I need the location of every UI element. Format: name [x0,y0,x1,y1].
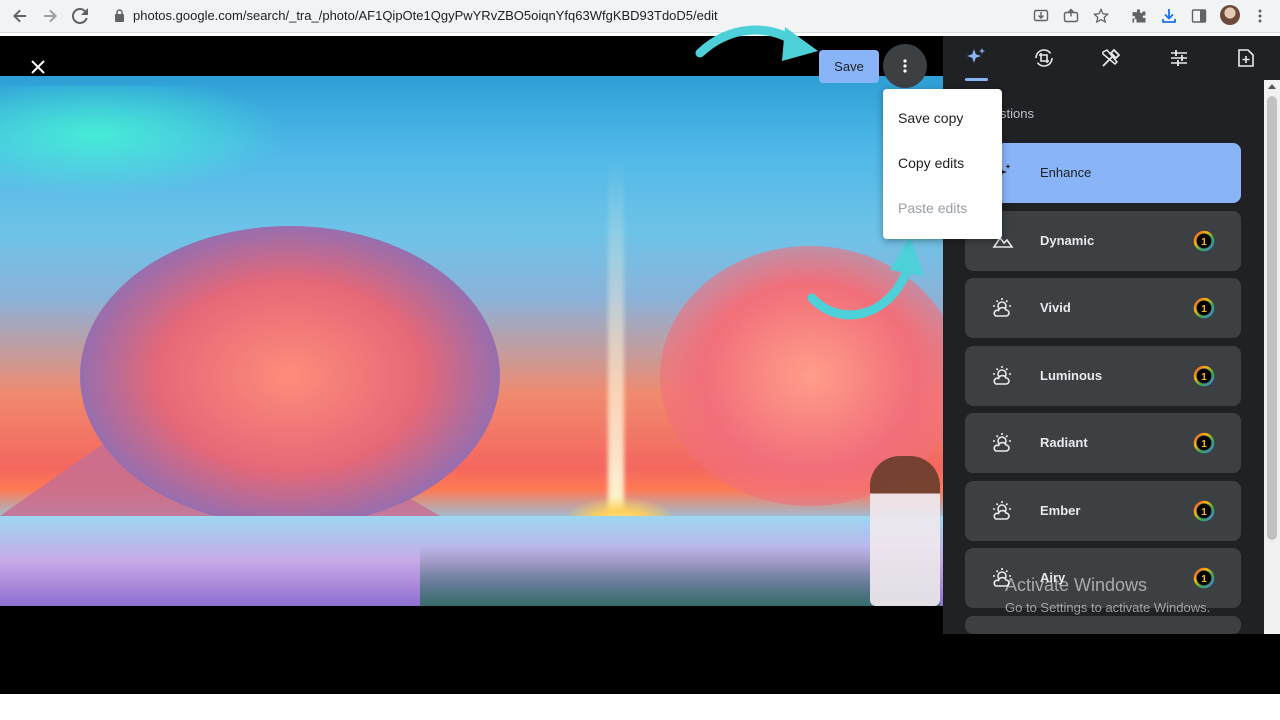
suggestions-heading: stions [1000,106,1034,121]
svg-text:1: 1 [1201,237,1207,248]
install-icon[interactable] [1032,7,1050,25]
side-panel-icon[interactable] [1190,7,1208,25]
crop-rotate-tab-icon[interactable] [1032,46,1056,70]
svg-text:1: 1 [1201,304,1207,315]
star-icon[interactable] [1092,7,1110,25]
more-options-button[interactable] [883,44,927,88]
menu-item-copy-edits[interactable]: Copy edits [898,155,964,171]
scrollbar-thumb[interactable] [1267,96,1277,540]
google-one-badge-icon: 1 [1193,365,1215,387]
suggestion-card-airy[interactable]: Airy 1 [965,548,1241,608]
suggestions-tab-icon[interactable] [964,46,988,70]
suggestion-label: Airy [1040,570,1066,585]
forward-icon[interactable] [40,6,60,26]
photo-aurora [0,86,320,206]
menu-item-save-copy[interactable]: Save copy [898,110,963,126]
sun-cloud-icon [991,499,1015,523]
url-text: photos.google.com/search/_tra_/photo/AF1… [133,8,718,23]
address-bar[interactable]: photos.google.com/search/_tra_/photo/AF1… [102,3,1122,29]
photo-figure [870,456,940,606]
suggestion-card-vivid[interactable]: Vivid 1 [965,278,1241,338]
download-icon[interactable] [1160,7,1178,25]
suggestion-label: Vivid [1040,300,1071,315]
lock-icon [114,9,125,27]
panel-scrollbar[interactable] [1264,80,1280,634]
suggestion-card-radiant[interactable]: Radiant 1 [965,413,1241,473]
suggestion-label: Enhance [1040,165,1092,180]
svg-text:1: 1 [1201,574,1207,585]
photo-light-beam [608,156,624,536]
back-icon[interactable] [10,6,30,26]
suggestion-card-partial[interactable] [965,616,1241,634]
google-one-badge-icon: 1 [1193,432,1215,454]
photo-preview [0,76,943,606]
extensions-icon[interactable] [1130,7,1148,25]
browser-toolbar: photos.google.com/search/_tra_/photo/AF1… [0,0,1280,33]
svg-text:1: 1 [1201,507,1207,518]
reload-icon[interactable] [70,6,90,26]
share-icon[interactable] [1062,7,1080,25]
google-one-badge-icon: 1 [1193,500,1215,522]
suggestion-label: Dynamic [1040,232,1095,248]
sun-cloud-icon [991,364,1015,388]
save-button[interactable]: Save [819,50,879,83]
photo-cloud-left [80,226,500,526]
svg-text:1: 1 [1201,372,1207,383]
suggestion-label: Luminous [1040,367,1103,383]
sun-cloud-icon [991,566,1015,590]
suggestion-card-ember[interactable]: Ember 1 [965,480,1241,541]
suggestion-card-luminous[interactable]: Luminous 1 [965,345,1241,406]
google-one-badge-icon: 1 [1193,567,1215,589]
active-tab-indicator [965,78,988,81]
scroll-up-arrow-icon[interactable] [1268,84,1276,89]
adjust-tab-icon[interactable] [1167,46,1191,70]
menu-icon[interactable] [1251,7,1269,25]
google-one-badge-icon: 1 [1193,230,1215,252]
more-options-menu: Save copy Copy edits Paste edits [883,89,1002,239]
suggestion-label: Radiant [1040,435,1088,450]
menu-item-paste-edits: Paste edits [898,200,968,216]
google-one-badge-icon: 1 [1193,297,1215,319]
export-tab-icon[interactable] [1234,46,1258,70]
suggestion-card-dynamic[interactable]: Dynamic 1 [965,210,1241,271]
sun-cloud-icon [991,431,1015,455]
svg-text:1: 1 [1201,439,1207,450]
bottom-letterbox [0,634,1280,694]
photo-grass [420,546,940,606]
tools-tab-icon[interactable] [1099,46,1123,70]
suggestion-card-enhance[interactable]: Enhance [965,143,1241,203]
more-vert-icon [903,59,907,73]
sun-cloud-icon [991,296,1015,320]
profile-avatar[interactable] [1220,5,1240,25]
suggestion-label: Ember [1040,502,1081,518]
close-icon[interactable] [27,56,49,78]
